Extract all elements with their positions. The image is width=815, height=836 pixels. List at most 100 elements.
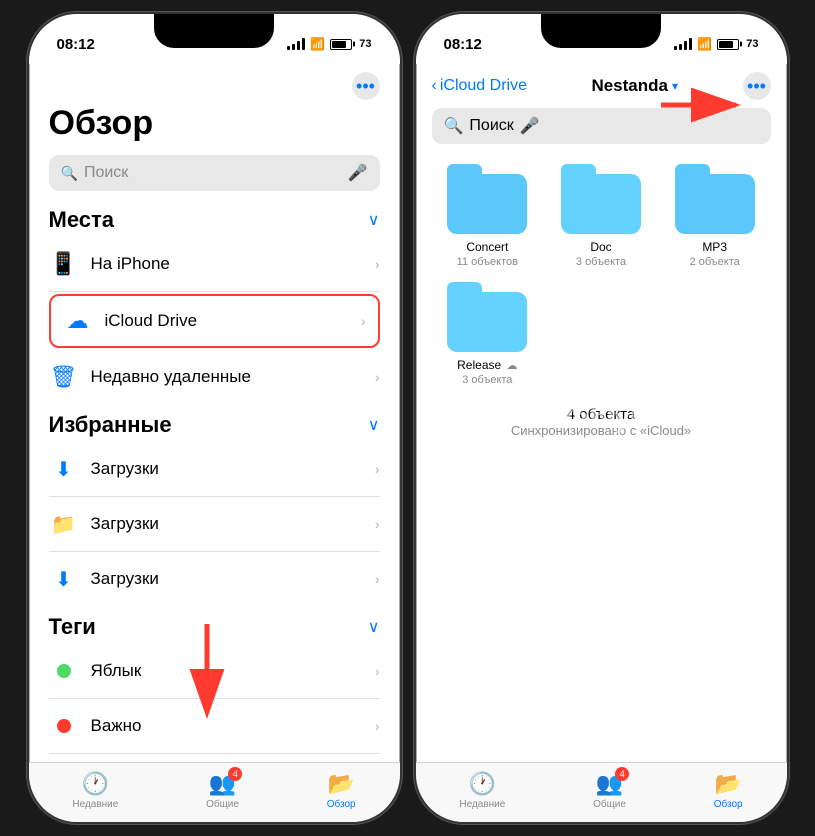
browse-icon-left: 📂	[327, 771, 354, 797]
status-bar-right: 08:12 📶 73	[416, 14, 787, 64]
folder-count-mp3: 2 объекта	[690, 256, 740, 268]
nav-title-group: Nestanda ▾	[535, 76, 735, 96]
folder-count-doc: 3 объекта	[576, 256, 626, 268]
clock-icon-left: 🕐	[82, 771, 109, 797]
tab-browse-left[interactable]: 📂 Обзор	[327, 771, 356, 810]
battery-right	[717, 39, 739, 50]
battery-left	[330, 39, 352, 50]
favorites-chevron[interactable]: ∨	[368, 415, 380, 435]
mic-icon-right: 🎤	[520, 116, 540, 136]
page-title-left: Обзор	[29, 104, 400, 155]
notch-left	[154, 14, 274, 48]
tags-chevron[interactable]: ∨	[368, 617, 380, 637]
tab-shared-right[interactable]: 👥 4 Общие	[593, 771, 626, 810]
folders-grid: Concert 11 объектов Doc 3 объекта MP3 2 …	[416, 160, 787, 288]
folder-concert[interactable]: Concert 11 объектов	[436, 170, 540, 268]
tag-item-1[interactable]: Важно ›	[49, 699, 380, 754]
iphone-icon: 📱	[49, 249, 79, 279]
favorites-header: Избранные ∨	[49, 412, 380, 438]
sync-label: Синхронизировано с «iCloud»	[436, 423, 767, 438]
search-icon-right: 🔍	[444, 116, 464, 136]
fav-item-1[interactable]: 📁 Загрузки ›	[49, 497, 380, 552]
dots-icon-right: •••	[747, 76, 766, 97]
dots-icon: •••	[356, 76, 375, 97]
signal-bars-right	[674, 38, 692, 50]
more-button-right[interactable]: •••	[743, 72, 771, 100]
folder-count-concert: 11 объектов	[457, 256, 518, 268]
fav-label-1: Загрузки	[91, 514, 375, 534]
download-icon-0: ⬇	[49, 454, 79, 484]
tab-browse-label-left: Обзор	[327, 799, 356, 810]
icloud-icon: ☁	[63, 306, 93, 336]
trash-icon: 🗑	[49, 362, 79, 392]
tab-bar-left: 🕐 Недавние 👥 4 Общие 📂 Обзор	[29, 762, 400, 822]
status-icons-left: 📶 73	[287, 37, 371, 51]
battery-text-left: 73	[359, 38, 371, 50]
tag-label-0: Яблык	[91, 661, 375, 681]
tab-recent-left[interactable]: 🕐 Недавние	[72, 771, 118, 810]
recently-deleted-item[interactable]: 🗑 Недавно удаленные ›	[49, 350, 380, 404]
on-iphone-item[interactable]: 📱 На iPhone ›	[49, 237, 380, 292]
tab-recent-label-right: Недавние	[459, 799, 505, 810]
mic-icon-left: 🎤	[348, 163, 368, 183]
clock-icon-right: 🕐	[469, 771, 496, 797]
shared-badge-left: 4	[228, 767, 242, 781]
search-icon-left: 🔍	[61, 165, 78, 182]
folder-row-2: Release ☁ 3 объекта	[416, 288, 787, 386]
search-placeholder-right: Поиск	[469, 117, 513, 135]
on-iphone-label: На iPhone	[91, 254, 375, 274]
time-left: 08:12	[57, 36, 95, 53]
tag-item-0[interactable]: Яблык ›	[49, 644, 380, 699]
left-phone: 08:12 📶 73 •••	[27, 12, 402, 824]
status-bar-left: 08:12 📶 73	[29, 14, 400, 64]
recently-deleted-chevron: ›	[375, 369, 380, 385]
tab-recent-right[interactable]: 🕐 Недавние	[459, 771, 505, 810]
folder-doc[interactable]: Doc 3 объекта	[549, 170, 653, 268]
on-iphone-chevron: ›	[375, 256, 380, 272]
fav-label-0: Загрузки	[91, 459, 375, 479]
folder-icon-concert	[447, 170, 527, 234]
shared-icon-right: 👥 4	[596, 771, 623, 797]
tab-bar-right: 🕐 Недавние 👥 4 Общие 📂 Обзор	[416, 762, 787, 822]
nav-bar-right: ‹ iCloud Drive Nestanda ▾ •••	[416, 64, 787, 108]
fav-item-2[interactable]: ⬇ Загрузки ›	[49, 552, 380, 606]
favorites-section: Избранные ∨ ⬇ Загрузки › 📁 Загрузки › ⬇ …	[29, 412, 400, 606]
cloud-badge: ☁	[507, 360, 518, 372]
search-bar-right[interactable]: 🔍 Поиск 🎤	[432, 108, 771, 144]
time-right: 08:12	[444, 36, 482, 53]
more-button-left[interactable]: •••	[352, 72, 380, 100]
wifi-icon-right: 📶	[697, 37, 712, 51]
search-bar-left[interactable]: 🔍 Поиск 🎤	[49, 155, 380, 191]
folder-release[interactable]: Release ☁ 3 объекта	[436, 288, 540, 386]
right-phone: 08:12 📶 73 ‹	[414, 12, 789, 824]
left-content: ••• Обзор 🔍 Поиск 🎤 Места ∨ 📱 На iPh	[29, 64, 400, 824]
folder-mp3[interactable]: MP3 2 объекта	[663, 170, 767, 268]
folder-icon-release	[447, 288, 527, 352]
icloud-drive-item[interactable]: ☁ iCloud Drive ›	[49, 294, 380, 348]
shared-badge-right: 4	[615, 767, 629, 781]
nav-dropdown-icon[interactable]: ▾	[672, 79, 678, 93]
folder-name-concert: Concert	[466, 240, 508, 254]
notch-right	[541, 14, 661, 48]
places-title: Места	[49, 207, 115, 233]
signal-bars-left	[287, 38, 305, 50]
places-chevron[interactable]: ∨	[368, 210, 380, 230]
search-placeholder-left: Поиск	[84, 164, 342, 182]
back-button[interactable]: ‹ iCloud Drive	[432, 77, 527, 95]
fav-label-2: Загрузки	[91, 569, 375, 589]
folder-name-doc: Doc	[590, 240, 611, 254]
tab-browse-right[interactable]: 📂 Обзор	[714, 771, 743, 810]
tab-shared-left[interactable]: 👥 4 Общие	[206, 771, 239, 810]
folder-name-release: Release ☁	[457, 358, 517, 372]
tags-header: Теги ∨	[49, 614, 380, 640]
places-section: Места ∨ 📱 На iPhone › ☁ iCloud Drive ›	[29, 207, 400, 404]
back-chevron-icon: ‹	[432, 77, 437, 95]
right-content: ‹ iCloud Drive Nestanda ▾ ••• 🔍 Поиск 🎤	[416, 64, 787, 458]
places-header: Места ∨	[49, 207, 380, 233]
tab-shared-label-left: Общие	[206, 799, 239, 810]
fav-item-0[interactable]: ⬇ Загрузки ›	[49, 442, 380, 497]
folder-icon-doc	[561, 170, 641, 234]
status-icons-right: 📶 73	[674, 37, 758, 51]
download-icon-2: ⬇	[49, 564, 79, 594]
icloud-label: iCloud Drive	[105, 311, 361, 331]
